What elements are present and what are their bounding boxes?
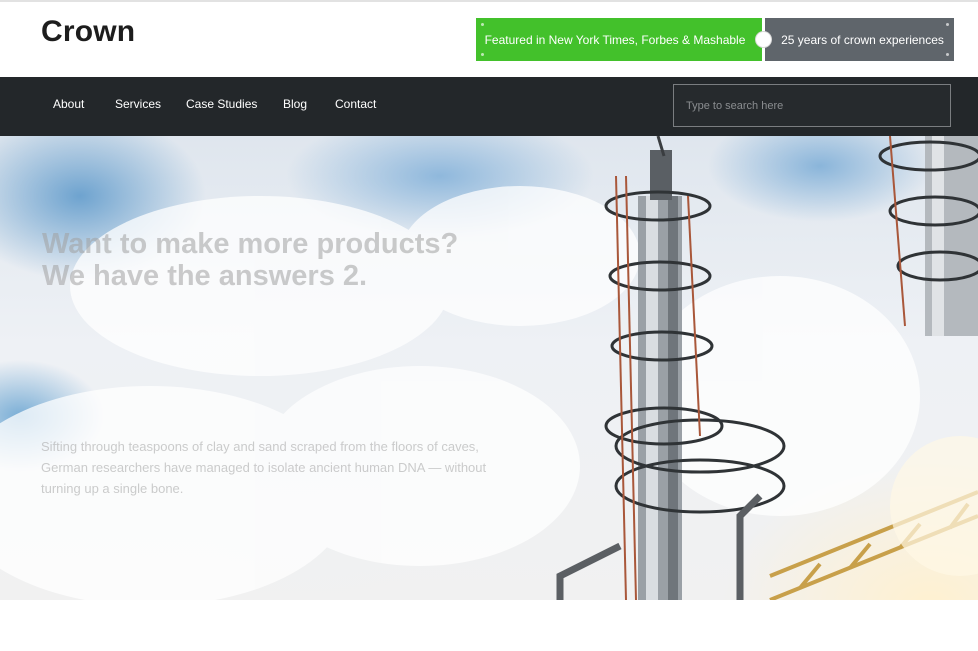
search-input[interactable] <box>673 84 951 127</box>
badge-corner-dot <box>946 23 949 26</box>
refinery-tower-image <box>0 136 978 600</box>
nav-item-contact[interactable]: Contact <box>335 97 376 111</box>
nav-item-services[interactable]: Services <box>115 97 161 111</box>
featured-badge: Featured in New York Times, Forbes & Mas… <box>476 18 762 61</box>
years-badge-text: 25 years of crown experiences <box>781 32 944 47</box>
nav-item-about[interactable]: About <box>53 97 84 111</box>
badge-corner-dot <box>946 53 949 56</box>
hero-title-line1: Want to make more products? <box>42 228 459 260</box>
badge-corner-dot <box>481 23 484 26</box>
badge-corner-dot <box>481 53 484 56</box>
hero-title: Want to make more products? We have the … <box>42 228 522 292</box>
nav-item-blog[interactable]: Blog <box>283 97 307 111</box>
hero-description: Sifting through teaspoons of clay and sa… <box>41 439 487 496</box>
badge-connector-dot <box>756 32 771 47</box>
site-header: Crown Featured in New York Times, Forbes… <box>0 2 978 77</box>
hero-banner: Want to make more products? We have the … <box>0 136 978 600</box>
nav-item-case-studies[interactable]: Case Studies <box>186 97 257 111</box>
hero-title-line2: We have the answers 2. <box>42 260 368 292</box>
featured-badge-text: Featured in New York Times, Forbes & Mas… <box>484 32 746 47</box>
main-navigation: About Services Case Studies Blog Contact <box>0 77 978 136</box>
years-badge: 25 years of crown experiences <box>765 18 954 61</box>
site-logo[interactable]: Crown <box>41 15 135 49</box>
